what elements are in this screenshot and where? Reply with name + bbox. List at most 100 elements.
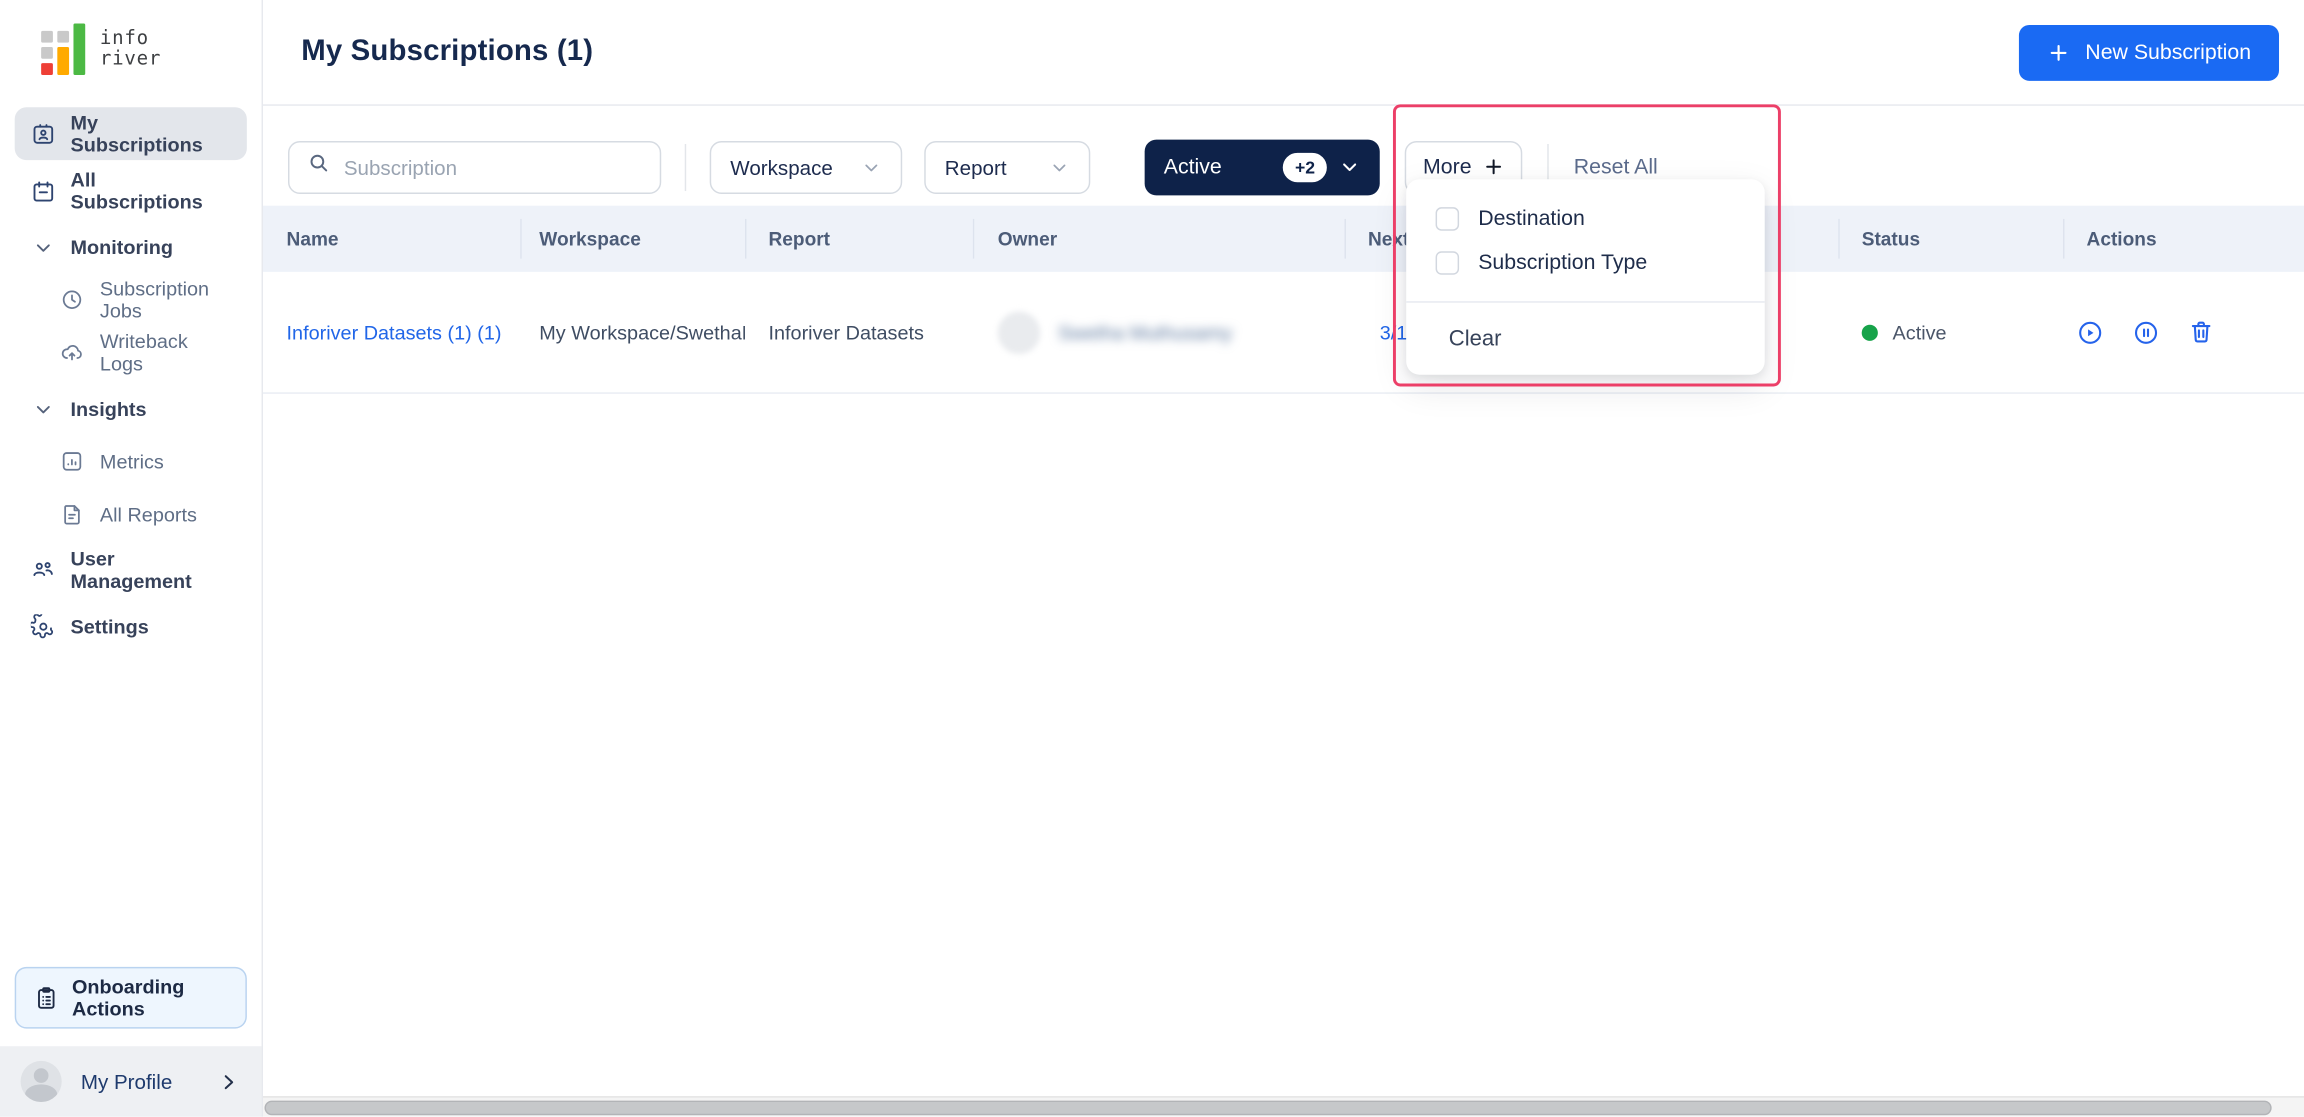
status-filter-label: Active: [1163, 155, 1222, 179]
cell-name: Inforiver Datasets (1) (1): [263, 272, 520, 392]
subscription-type-checkbox[interactable]: [1435, 251, 1460, 275]
status-dot-icon: [1861, 323, 1878, 341]
scrollbar-thumb[interactable]: [264, 1100, 2272, 1116]
sidebar-item-settings[interactable]: Settings: [15, 601, 247, 651]
users-icon: [29, 557, 55, 583]
sidebar-item-label: Metrics: [99, 450, 164, 473]
destination-label: Destination: [1478, 207, 1585, 231]
clear-button[interactable]: Clear: [1406, 303, 1765, 374]
new-subscription-button[interactable]: New Subscription: [2019, 24, 2280, 81]
sidebar-item-label: Subscription Jobs: [99, 277, 210, 322]
cell-report: Inforiver Datasets: [768, 321, 924, 344]
column-header-report[interactable]: Report: [744, 206, 973, 272]
table-header: Name Workspace Report Owner Next Status …: [263, 205, 2304, 272]
chevron-down-icon: [1049, 156, 1070, 177]
subscriptions-table: Name Workspace Report Owner Next Status …: [263, 205, 2304, 394]
owner-avatar: [997, 310, 1041, 354]
sidebar-item-label: Insights: [70, 397, 147, 420]
column-header-owner[interactable]: Owner: [972, 206, 1345, 272]
brand-logo: info river: [0, 0, 262, 93]
subscription-name-link[interactable]: Inforiver Datasets (1) (1): [287, 321, 502, 343]
sidebar-item-writeback-logs[interactable]: Writeback Logs: [15, 328, 247, 378]
sidebar-item-label: All Subscriptions: [70, 168, 203, 214]
chevron-right-icon[interactable]: [217, 1070, 239, 1092]
sidebar-item-label: My Subscriptions: [70, 111, 203, 156]
popup-option-subscription-type[interactable]: Subscription Type: [1406, 241, 1765, 285]
onboarding-actions-button[interactable]: Onboarding Actions: [14, 966, 247, 1029]
id-badge-icon: [29, 121, 55, 146]
document-icon: [59, 503, 85, 527]
more-filters-popup: Destination Subscription Type Clear: [1406, 179, 1765, 375]
chevron-down-icon: [29, 397, 55, 419]
trash-icon[interactable]: [2188, 319, 2214, 345]
pause-circle-icon[interactable]: [2132, 318, 2160, 346]
divider: [684, 143, 687, 191]
next-run-link[interactable]: 3/1: [1380, 321, 1408, 343]
table-row: Inforiver Datasets (1) (1) My Workspace/…: [263, 272, 2304, 394]
subscription-search[interactable]: [287, 140, 662, 194]
sidebar-item-subscription-jobs[interactable]: Subscription Jobs: [15, 275, 247, 325]
column-header-actions[interactable]: Actions: [2063, 206, 2303, 272]
sidebar-bottom: Onboarding Actions My Profile: [0, 966, 262, 1117]
column-header-name[interactable]: Name: [263, 206, 520, 272]
sidebar-item-insights[interactable]: Insights: [15, 384, 247, 434]
sidebar-item-label: Writeback Logs: [99, 330, 188, 375]
cell-owner: Swetha Muthusamy: [973, 272, 1345, 392]
my-profile-label: My Profile: [80, 1069, 173, 1094]
page-title: My Subscriptions (1): [301, 35, 594, 68]
new-subscription-label: New Subscription: [2085, 40, 2252, 64]
status-text: Active: [1892, 321, 1947, 344]
clipboard-list-icon: [34, 985, 59, 1010]
brand-name: info river: [99, 27, 162, 70]
my-profile-row[interactable]: My Profile: [0, 1046, 262, 1117]
cell-status: Active: [1838, 272, 2063, 392]
chevron-down-icon: [29, 236, 55, 258]
main-content: My Subscriptions (1) New Subscription Wo…: [263, 0, 2304, 1117]
bar-chart-icon: [59, 450, 85, 474]
app-window: info river My Subscriptions All Subscrip…: [0, 0, 2304, 1117]
sidebar-item-all-subscriptions[interactable]: All Subscriptions: [15, 166, 247, 216]
plus-icon: [1482, 156, 1504, 178]
column-header-workspace[interactable]: Workspace: [520, 206, 745, 272]
cloud-upload-icon: [59, 341, 85, 365]
search-icon: [307, 151, 331, 182]
destination-checkbox[interactable]: [1435, 207, 1460, 231]
sidebar-item-monitoring[interactable]: Monitoring: [15, 222, 247, 272]
cell-actions: [2063, 272, 2303, 392]
sidebar-item-label: Monitoring: [70, 235, 173, 258]
sidebar-nav: My Subscriptions All Subscriptions Monit…: [0, 93, 262, 651]
chevron-down-icon: [1339, 156, 1361, 178]
sidebar-item-label: All Reports: [99, 503, 197, 526]
search-input[interactable]: [343, 155, 643, 179]
popup-option-destination[interactable]: Destination: [1406, 197, 1765, 241]
inforiver-logo-icon: [41, 23, 87, 75]
avatar: [20, 1060, 62, 1103]
workspace-dropdown[interactable]: Workspace: [709, 140, 903, 194]
sidebar-item-label: User Management: [70, 548, 192, 593]
topbar: My Subscriptions (1) New Subscription: [263, 0, 2304, 106]
sidebar-item-user-management[interactable]: User Management: [15, 545, 247, 595]
status-filter-count-badge: +2: [1283, 152, 1327, 182]
onboarding-actions-label: Onboarding Actions: [71, 975, 185, 1020]
report-dropdown[interactable]: Report: [924, 140, 1091, 194]
plus-icon: [2047, 40, 2071, 64]
sidebar-item-my-subscriptions[interactable]: My Subscriptions: [14, 107, 247, 161]
calendar-icon: [29, 179, 55, 204]
filter-bar: Workspace Report Active +2 More: [263, 106, 2304, 206]
clock-icon: [59, 288, 85, 312]
column-header-status[interactable]: Status: [1838, 206, 2063, 272]
sidebar-item-all-reports[interactable]: All Reports: [15, 489, 247, 539]
cell-workspace: My Workspace/SwethaM: [539, 321, 745, 344]
sidebar: info river My Subscriptions All Subscrip…: [0, 0, 264, 1117]
horizontal-scrollbar[interactable]: [263, 1096, 2304, 1117]
play-circle-icon[interactable]: [2076, 318, 2104, 346]
sidebar-item-metrics[interactable]: Metrics: [15, 436, 247, 486]
report-dropdown-label: Report: [944, 155, 1007, 179]
subscription-type-label: Subscription Type: [1478, 251, 1648, 275]
more-filters-label: More: [1423, 155, 1472, 179]
owner-name-blurred: Swetha Muthusamy: [1057, 321, 1233, 344]
status-filter-dropdown[interactable]: Active +2: [1144, 138, 1380, 195]
chevron-down-icon: [861, 156, 882, 177]
gear-icon: [29, 613, 55, 638]
workspace-dropdown-label: Workspace: [730, 155, 833, 179]
